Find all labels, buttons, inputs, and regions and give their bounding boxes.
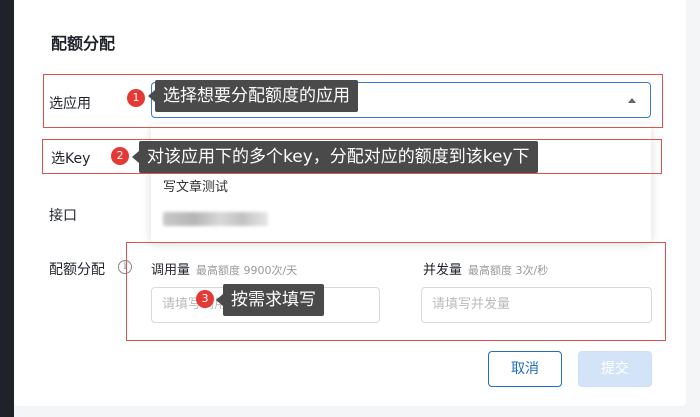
- key-select-callout: 对该应用下的多个key，分配对应的额度到该key下: [132, 141, 538, 173]
- dropdown-item-write-article-test[interactable]: 写文章测试: [163, 176, 228, 195]
- step-3-badge: 3: [196, 290, 214, 308]
- quota-row-label: 配额分配: [49, 262, 105, 278]
- step-2-badge: 2: [111, 147, 129, 165]
- submit-button[interactable]: 提交: [578, 351, 652, 387]
- left-dark-bar: [0, 0, 14, 417]
- app-select-callout: 选择想要分配额度的应用: [148, 80, 358, 112]
- step-1-badge: 1: [127, 89, 145, 107]
- quota-callout: 按需求填写: [216, 284, 324, 316]
- quota-allocation-dialog: 配额分配 选应用 写文章测试 选Key 接口 配额分配 i 调用量 最高额度 99…: [14, 0, 686, 406]
- dialog-title: 配额分配: [51, 34, 116, 53]
- cancel-button[interactable]: 取消: [488, 351, 562, 387]
- api-row-label: 接口: [49, 208, 77, 224]
- page: 配额分配 选应用 写文章测试 选Key 接口 配额分配 i 调用量 最高额度 99…: [0, 0, 700, 417]
- blurred-dropdown-item[interactable]: [163, 212, 268, 226]
